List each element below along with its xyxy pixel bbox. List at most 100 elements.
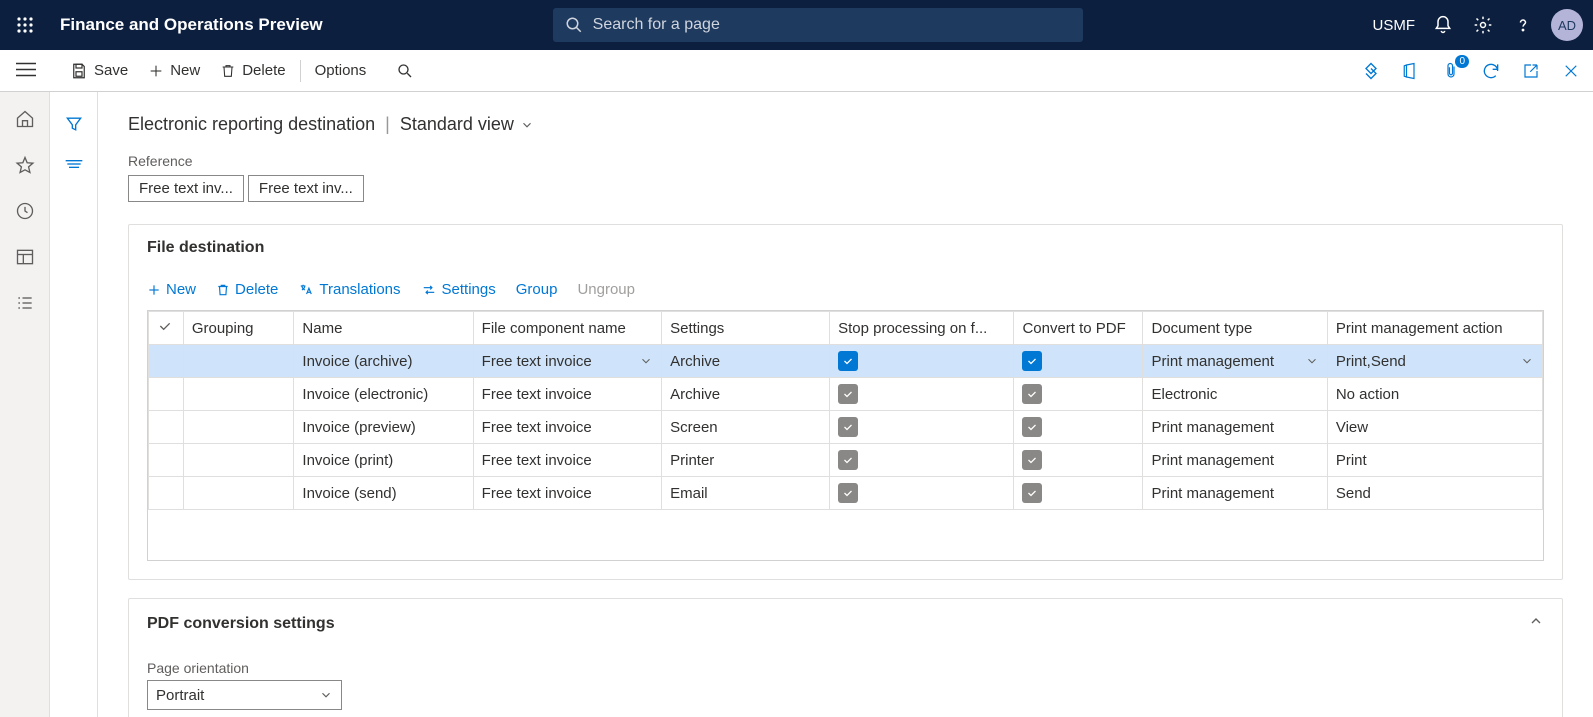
name-cell[interactable]: Invoice (print) — [294, 444, 473, 477]
file-component-cell[interactable]: Free text invoice — [482, 353, 653, 370]
office-icon[interactable] — [1399, 59, 1423, 83]
modules-icon[interactable] — [14, 292, 36, 314]
reference-pill[interactable]: Free text inv... — [248, 175, 364, 202]
grouping-cell[interactable] — [183, 345, 294, 378]
company-selector[interactable]: USMF — [1373, 17, 1416, 34]
select-all-header[interactable] — [149, 312, 184, 345]
col-stop[interactable]: Stop processing on f... — [830, 312, 1014, 345]
settings-icon[interactable] — [1471, 13, 1495, 37]
document-type-cell[interactable]: Print management — [1151, 419, 1274, 436]
stop-processing-checkbox[interactable] — [838, 351, 858, 371]
col-name[interactable]: Name — [294, 312, 473, 345]
refresh-icon[interactable] — [1479, 59, 1503, 83]
settings-cell[interactable]: Archive — [662, 378, 830, 411]
document-type-cell[interactable]: Print management — [1151, 452, 1274, 469]
print-mgmt-action-cell[interactable]: Print,Send — [1336, 353, 1534, 370]
page-orientation-select[interactable]: Portrait — [147, 680, 342, 710]
reference-pill[interactable]: Free text inv... — [128, 175, 244, 202]
name-cell[interactable]: Invoice (electronic) — [294, 378, 473, 411]
attachments-icon[interactable]: 0 — [1439, 59, 1463, 83]
name-cell[interactable]: Invoice (send) — [294, 477, 473, 510]
file-component-cell[interactable]: Free text invoice — [482, 419, 592, 436]
workspaces-icon[interactable] — [14, 246, 36, 268]
global-search[interactable]: Search for a page — [553, 8, 1083, 42]
save-button[interactable]: Save — [60, 58, 138, 84]
app-launcher-icon[interactable] — [10, 10, 40, 40]
file-component-cell[interactable]: Free text invoice — [482, 452, 592, 469]
breadcrumb-separator: | — [385, 114, 390, 135]
stop-processing-checkbox[interactable] — [838, 450, 858, 470]
col-settings[interactable]: Settings — [662, 312, 830, 345]
document-type-cell[interactable]: Print management — [1151, 353, 1318, 370]
file-component-cell[interactable]: Free text invoice — [482, 386, 592, 403]
grid-translations-button[interactable]: Translations — [298, 281, 400, 298]
convert-to-pdf-checkbox[interactable] — [1022, 417, 1042, 437]
section-header[interactable]: File destination — [129, 225, 1562, 271]
convert-to-pdf-checkbox[interactable] — [1022, 450, 1042, 470]
grid-settings-button[interactable]: Settings — [421, 281, 496, 298]
grid-delete-button[interactable]: Delete — [216, 281, 278, 298]
section-header[interactable]: PDF conversion settings — [129, 599, 1562, 648]
grouping-cell[interactable] — [183, 477, 294, 510]
grid-group-button[interactable]: Group — [516, 281, 558, 298]
col-convert[interactable]: Convert to PDF — [1014, 312, 1143, 345]
stop-processing-checkbox[interactable] — [838, 417, 858, 437]
collapse-icon[interactable] — [1528, 613, 1544, 634]
attachment-count: 0 — [1455, 55, 1469, 68]
print-mgmt-action-cell[interactable]: View — [1336, 419, 1368, 436]
new-button[interactable]: New — [138, 58, 210, 83]
filter-icon[interactable] — [64, 114, 84, 137]
notifications-icon[interactable] — [1431, 13, 1455, 37]
name-cell[interactable]: Invoice (archive) — [294, 345, 473, 378]
popout-icon[interactable] — [1519, 59, 1543, 83]
favorites-icon[interactable] — [14, 154, 36, 176]
row-select-cell[interactable] — [149, 345, 184, 378]
convert-to-pdf-checkbox[interactable] — [1022, 483, 1042, 503]
print-mgmt-action-cell[interactable]: Print — [1336, 452, 1367, 469]
table-row[interactable]: Invoice (archive) Free text invoice Archiv… — [149, 345, 1543, 378]
diamond-icon[interactable] — [1359, 59, 1383, 83]
options-button[interactable]: Options — [305, 58, 377, 83]
settings-cell[interactable]: Archive — [662, 345, 830, 378]
grouping-cell[interactable] — [183, 444, 294, 477]
delete-button[interactable]: Delete — [210, 58, 295, 84]
stop-processing-checkbox[interactable] — [838, 384, 858, 404]
settings-cell[interactable]: Screen — [662, 411, 830, 444]
convert-to-pdf-checkbox[interactable] — [1022, 384, 1042, 404]
row-select-cell[interactable] — [149, 477, 184, 510]
document-type-cell[interactable]: Print management — [1151, 485, 1274, 502]
stop-processing-checkbox[interactable] — [838, 483, 858, 503]
table-row[interactable]: Invoice (preview) Free text invoice Screen… — [149, 411, 1543, 444]
col-doctype[interactable]: Document type — [1143, 312, 1327, 345]
table-row[interactable]: Invoice (electronic) Free text invoice Arc… — [149, 378, 1543, 411]
row-select-cell[interactable] — [149, 444, 184, 477]
table-row[interactable]: Invoice (send) Free text invoice Email Prin… — [149, 477, 1543, 510]
user-avatar[interactable]: AD — [1551, 9, 1583, 41]
row-select-cell[interactable] — [149, 411, 184, 444]
name-cell[interactable]: Invoice (preview) — [294, 411, 473, 444]
related-info-icon[interactable] — [64, 157, 84, 174]
settings-cell[interactable]: Email — [662, 477, 830, 510]
settings-cell[interactable]: Printer — [662, 444, 830, 477]
file-destination-section: File destination New Delete Translations — [128, 224, 1563, 580]
recent-icon[interactable] — [14, 200, 36, 222]
table-row[interactable]: Invoice (print) Free text invoice Printer P… — [149, 444, 1543, 477]
col-grouping[interactable]: Grouping — [183, 312, 294, 345]
close-icon[interactable] — [1559, 59, 1583, 83]
row-select-cell[interactable] — [149, 378, 184, 411]
document-type-cell[interactable]: Electronic — [1151, 386, 1217, 403]
home-icon[interactable] — [14, 108, 36, 130]
print-mgmt-action-cell[interactable]: Send — [1336, 485, 1371, 502]
nav-toggle-icon[interactable] — [16, 61, 36, 80]
help-icon[interactable] — [1511, 13, 1535, 37]
convert-to-pdf-checkbox[interactable] — [1022, 351, 1042, 371]
col-fcn[interactable]: File component name — [473, 312, 661, 345]
file-component-cell[interactable]: Free text invoice — [482, 485, 592, 502]
action-search-icon[interactable] — [386, 58, 424, 84]
grid-new-button[interactable]: New — [147, 281, 196, 298]
col-pma[interactable]: Print management action — [1327, 312, 1542, 345]
view-selector[interactable]: Standard view — [400, 114, 534, 135]
grouping-cell[interactable] — [183, 378, 294, 411]
grouping-cell[interactable] — [183, 411, 294, 444]
print-mgmt-action-cell[interactable]: No action — [1336, 386, 1399, 403]
